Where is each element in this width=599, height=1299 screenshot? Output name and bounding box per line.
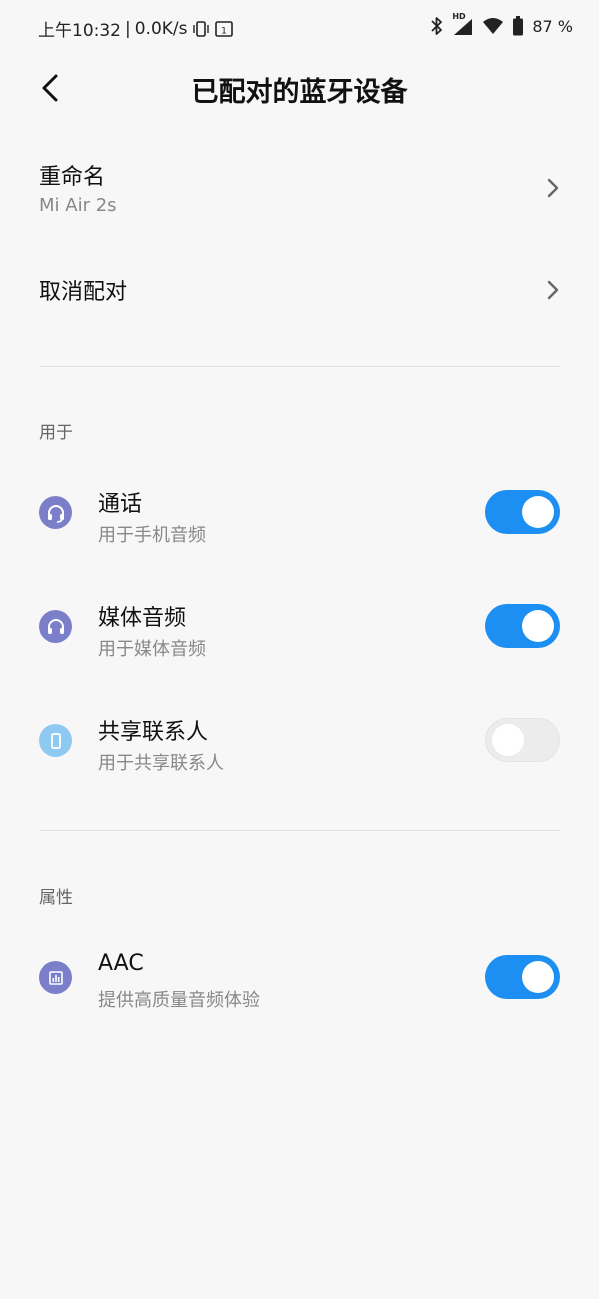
vibrate-icon	[192, 20, 210, 38]
item-title: 共享联系人	[98, 720, 209, 745]
item-subtitle: 提供高质量音频体验	[98, 990, 260, 1011]
usage-item-call: 通话 用于手机音频	[0, 486, 599, 566]
headphones-icon	[39, 610, 72, 643]
audio-bars-icon	[39, 961, 72, 994]
calendar-icon: 1	[214, 20, 234, 38]
property-item-aac: AAC 提供高质量音频体验	[0, 951, 599, 1031]
section-label-properties: 属性	[39, 888, 73, 908]
unpair-row[interactable]: 取消配对	[0, 270, 599, 314]
item-title: 媒体音频	[98, 606, 187, 631]
phone-icon	[39, 724, 72, 757]
item-subtitle: 用于媒体音频	[98, 639, 206, 660]
wifi-icon	[482, 17, 504, 35]
rename-row[interactable]: 重命名 Mi Air 2s	[0, 155, 599, 225]
battery-level: 87 %	[532, 16, 573, 36]
signal-hd-icon: HD	[452, 12, 474, 36]
toggle-knob	[522, 610, 554, 642]
status-left: 上午10:32 | 0.0K/s 1	[38, 16, 234, 41]
share-contacts-toggle[interactable]	[485, 718, 560, 762]
usage-item-share-contacts: 共享联系人 用于共享联系人	[0, 714, 599, 794]
rename-label: 重命名	[39, 165, 106, 190]
status-time: 上午10:32	[38, 21, 121, 41]
calendar-day: 1	[221, 26, 227, 36]
aac-toggle[interactable]	[485, 955, 560, 999]
status-network-speed: 0.0K/s	[134, 18, 188, 39]
battery-icon	[512, 16, 524, 36]
toggle-knob	[522, 961, 554, 993]
headset-icon	[39, 496, 72, 529]
header: 已配对的蓝牙设备	[0, 62, 599, 114]
page-title: 已配对的蓝牙设备	[191, 77, 408, 108]
usage-item-media-audio: 媒体音频 用于媒体音频	[0, 600, 599, 680]
item-subtitle: 用于共享联系人	[98, 753, 224, 774]
item-subtitle: 用于手机音频	[98, 525, 206, 546]
chevron-right-icon	[547, 280, 559, 300]
chevron-right-icon	[547, 178, 559, 198]
item-title: AAC	[98, 951, 144, 976]
item-title: 通话	[98, 492, 143, 517]
divider	[39, 830, 560, 831]
device-name-value: Mi Air 2s	[39, 195, 117, 216]
status-bar: 上午10:32 | 0.0K/s 1 HD 87 %	[0, 0, 599, 54]
toggle-knob	[522, 496, 554, 528]
status-separator: |	[125, 18, 131, 39]
call-toggle[interactable]	[485, 490, 560, 534]
divider	[39, 366, 560, 367]
toggle-knob	[492, 724, 524, 756]
section-label-usage: 用于	[39, 423, 73, 443]
media-audio-toggle[interactable]	[485, 604, 560, 648]
hd-label: HD	[452, 12, 466, 21]
unpair-label: 取消配对	[39, 280, 128, 305]
bluetooth-icon	[430, 16, 444, 36]
status-right: HD 87 %	[430, 12, 573, 36]
